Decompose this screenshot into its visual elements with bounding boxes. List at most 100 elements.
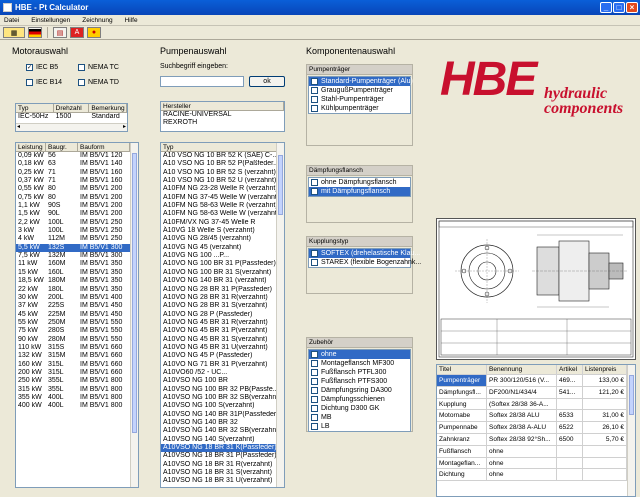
component-option[interactable]: Dämpfungsring DA300 bbox=[309, 386, 410, 395]
checkbox[interactable]: ✓ bbox=[311, 188, 318, 195]
motor-list-item[interactable]: 0,25 kW 71 IM B5/V1 160 bbox=[16, 169, 138, 177]
checkbox-iec-b14[interactable]: IEC B14 bbox=[24, 78, 62, 87]
motor-list-item[interactable]: 160 kW 315L IM B5/V1 660 bbox=[16, 361, 138, 369]
parts-table-scrollbar[interactable] bbox=[627, 365, 635, 496]
pump-type-item[interactable]: A10VO NG 45 BR 31 U(verzahnt) bbox=[161, 344, 284, 352]
pump-type-item[interactable]: A10FM NG 23-28 Welle R (verzahnt) bbox=[161, 185, 284, 193]
component-option[interactable]: Montageflansch MF300 bbox=[309, 359, 410, 368]
print-icon[interactable]: ▤ bbox=[53, 27, 67, 38]
motor-list-item[interactable]: 2,2 kW 100L IM B5/V1 250 bbox=[16, 219, 138, 227]
motor-type-row[interactable]: IEC-50Hz 1500 Standard bbox=[16, 113, 127, 121]
motor-list-item[interactable]: 18,5 kW 180M IM B5/V1 350 bbox=[16, 277, 138, 285]
component-option[interactable]: ohne Dämpfungsflansch bbox=[309, 178, 410, 187]
component-option[interactable]: STAREX (flexible Bogenzahnk... bbox=[309, 258, 421, 267]
parts-table-row[interactable]: Kupplung (Softex 28/38 36-A... bbox=[437, 398, 635, 411]
checkbox[interactable] bbox=[311, 179, 318, 186]
parts-table-row[interactable]: Dämpfungsfl... DF200/N1/434/4 541... 121,20… bbox=[437, 386, 635, 399]
minimize-button[interactable]: _ bbox=[600, 2, 612, 13]
close-button[interactable]: × bbox=[626, 2, 638, 13]
search-input[interactable] bbox=[160, 76, 244, 87]
checkbox[interactable]: ✓ bbox=[311, 351, 318, 358]
motor-list-item[interactable]: 0,09 kW 56 IM B5/V1 120 bbox=[16, 152, 138, 160]
parts-table-row[interactable]: Zahnkranz Softex 28/38 92°Sh... 6500 5,70 € bbox=[437, 433, 635, 446]
pump-list-scrollbar[interactable] bbox=[276, 143, 284, 487]
pump-type-item[interactable]: A10VO NG 28 BR 31 R(verzahnt) bbox=[161, 294, 284, 302]
pump-type-item[interactable]: A10FM NG 58-63 Welle R (verzahnt) bbox=[161, 202, 284, 210]
motor-type-hscroll[interactable]: ◂ ▸ bbox=[16, 123, 127, 131]
motor-list-item[interactable]: 90 kW 280M IM B5/V1 550 bbox=[16, 336, 138, 344]
menu-zeichnung[interactable]: Zeichnung bbox=[82, 17, 112, 24]
language-flag-icon[interactable] bbox=[28, 27, 42, 38]
motor-list-item[interactable]: 4 kW 112M IM B5/V1 250 bbox=[16, 235, 138, 243]
pump-type-item[interactable]: A10VO NG 45 P (Passfeder) bbox=[161, 352, 284, 360]
checkbox[interactable]: ✓ bbox=[311, 250, 318, 257]
motor-list-item[interactable]: 355 kW 400L IM B5/V1 800 bbox=[16, 394, 138, 402]
pump-type-list[interactable]: Typ A10 VSO NG 10 BR 52 K (SAE) C-... A10… bbox=[160, 142, 285, 488]
pump-type-item[interactable]: A10VG 18 Welle S (verzahnt) bbox=[161, 227, 284, 235]
pump-type-item[interactable]: A10VG NG 100 ...P... bbox=[161, 252, 284, 260]
checkbox-nema-td[interactable]: NEMA TD bbox=[76, 78, 119, 87]
pump-type-item[interactable]: A10VO NG 45 BR 31 R(verzahnt) bbox=[161, 319, 284, 327]
pump-type-item[interactable]: A10 VSO NG 10 BR 52 K (SAE) C-... bbox=[161, 152, 284, 160]
pump-type-item[interactable]: A10VSO NG 18 BR 31 S(verzahnt) bbox=[161, 469, 284, 477]
parts-table-row[interactable]: Fußflansch ohne bbox=[437, 445, 635, 458]
motor-list-item[interactable]: 30 kW 200L IM B5/V1 400 bbox=[16, 294, 138, 302]
parts-table-row[interactable]: Dichtung ohne bbox=[437, 469, 635, 482]
pump-type-item[interactable]: A10VSO NG 140 S(verzahnt) bbox=[161, 436, 284, 444]
pump-type-item[interactable]: A10VO60 /52 - UC... bbox=[161, 369, 284, 377]
component-option[interactable]: Fußflansch PTFS300 bbox=[309, 377, 410, 386]
motor-list-item[interactable]: 15 kW 160L IM B5/V1 350 bbox=[16, 269, 138, 277]
motor-list-item[interactable]: 110 kW 315S IM B5/V1 660 bbox=[16, 344, 138, 352]
motor-list-item[interactable]: 37 kW 225S IM B5/V1 450 bbox=[16, 302, 138, 310]
pump-type-item[interactable]: A10VSO NG 18 BR 31 R(verzahnt) bbox=[161, 461, 284, 469]
checkbox-nema-tc[interactable]: NEMA TC bbox=[76, 63, 119, 72]
component-option[interactable]: LB bbox=[309, 422, 410, 431]
checkbox[interactable] bbox=[311, 378, 318, 385]
menu-einstellungen[interactable]: Einstellungen bbox=[31, 17, 70, 24]
pump-type-item[interactable]: A10VSO NG 18 BR 31 U(verzahnt) bbox=[161, 477, 284, 485]
pump-type-item[interactable]: A10VG NG 28/45 (verzahnt) bbox=[161, 235, 284, 243]
pump-type-item[interactable]: A10VO NG 45 BR 31 P(verzahnt) bbox=[161, 327, 284, 335]
pump-type-item[interactable]: A10VO NG 140 BR 31 (verzahnt) bbox=[161, 277, 284, 285]
motor-list-item[interactable]: 1,1 kW 90S IM B5/V1 200 bbox=[16, 202, 138, 210]
component-option[interactable]: ✓ ohne bbox=[309, 350, 410, 359]
pump-type-item[interactable]: A10VO NG 28 BR 31 S(verzahnt) bbox=[161, 302, 284, 310]
pump-type-item[interactable]: A10VSO NG 18 BR 31 P(Passfeder) bbox=[161, 452, 284, 460]
pump-type-item[interactable]: A10VO NG 100 BR 31 S(verzahnt) bbox=[161, 269, 284, 277]
manufacturer-item[interactable]: REXROTH bbox=[161, 119, 284, 127]
motor-list-item[interactable]: 11 kW 160M IM B5/V1 350 bbox=[16, 260, 138, 268]
pump-type-item[interactable]: A10 VSO NG 10 BR 52 P(Paßfeder... bbox=[161, 160, 284, 168]
checkbox[interactable] bbox=[311, 396, 318, 403]
pump-type-item[interactable]: A10VO NG 71 BR 31 P(verzahnt) bbox=[161, 361, 284, 369]
motor-list-item[interactable]: 7,5 kW 132M IM B5/V1 300 bbox=[16, 252, 138, 260]
checkbox[interactable] bbox=[311, 259, 318, 266]
checkbox[interactable] bbox=[311, 105, 318, 112]
motor-list-item[interactable]: 45 kW 225M IM B5/V1 450 bbox=[16, 311, 138, 319]
pump-type-item[interactable]: A10 VSO NG 10 BR 52 S (verzahnt) bbox=[161, 169, 284, 177]
component-option[interactable]: ✓ SOFTEX (drehelastische Klau... bbox=[309, 249, 420, 258]
motor-list-item[interactable]: 0,18 kW 63 IM B5/V1 140 bbox=[16, 160, 138, 168]
pump-type-item[interactable]: A10FM/VX NG 37-45 Welle R (verzahnt) bbox=[161, 219, 284, 227]
motor-list[interactable]: Leistung Baugr. Bauform 0,09 kW 56 IM B5/V… bbox=[15, 142, 139, 488]
component-option[interactable]: Fußflansch PTFL300 bbox=[309, 368, 410, 377]
parts-table-row[interactable]: Pumpenträger PR 300/120/516 (V... 469... 13… bbox=[437, 375, 635, 387]
pump-type-item[interactable]: A10VSO NG 140 BR 32 SB(verzahnt) bbox=[161, 427, 284, 435]
component-option[interactable]: Dichtung D300 GK bbox=[309, 404, 410, 413]
manufacturer-list[interactable]: Hersteller RACINE-UNIVERSAL REXROTH bbox=[160, 101, 285, 132]
pump-type-item[interactable]: A10VO NG 28 P (Passfeder) bbox=[161, 311, 284, 319]
checkbox[interactable] bbox=[311, 414, 318, 421]
pump-type-item[interactable]: A10FM NG 37-45 Welle W (verzahnt) bbox=[161, 194, 284, 202]
checkbox[interactable] bbox=[311, 360, 318, 367]
pdf-icon[interactable]: A bbox=[70, 27, 84, 38]
checkbox[interactable] bbox=[311, 405, 318, 412]
motor-list-item[interactable]: 200 kW 315L IM B5/V1 660 bbox=[16, 369, 138, 377]
component-option[interactable]: Kühlpumpenträger bbox=[309, 104, 410, 113]
pump-type-item[interactable]: A10VO NG 45 BR 31 S(verzahnt) bbox=[161, 336, 284, 344]
motor-list-item[interactable]: 5,5 kW 132S IM B5/V1 300 bbox=[16, 243, 138, 253]
checkbox[interactable] bbox=[311, 87, 318, 94]
motor-list-item[interactable]: 3 kW 100L IM B5/V1 250 bbox=[16, 227, 138, 235]
motor-list-item[interactable]: 315 kW 355L IM B5/V1 800 bbox=[16, 386, 138, 394]
checkbox[interactable] bbox=[311, 96, 318, 103]
checkbox-iec-b5[interactable]: ✓ IEC B5 bbox=[24, 63, 58, 72]
component-option[interactable]: ✓ mit Dämpfungsflansch bbox=[309, 187, 410, 196]
